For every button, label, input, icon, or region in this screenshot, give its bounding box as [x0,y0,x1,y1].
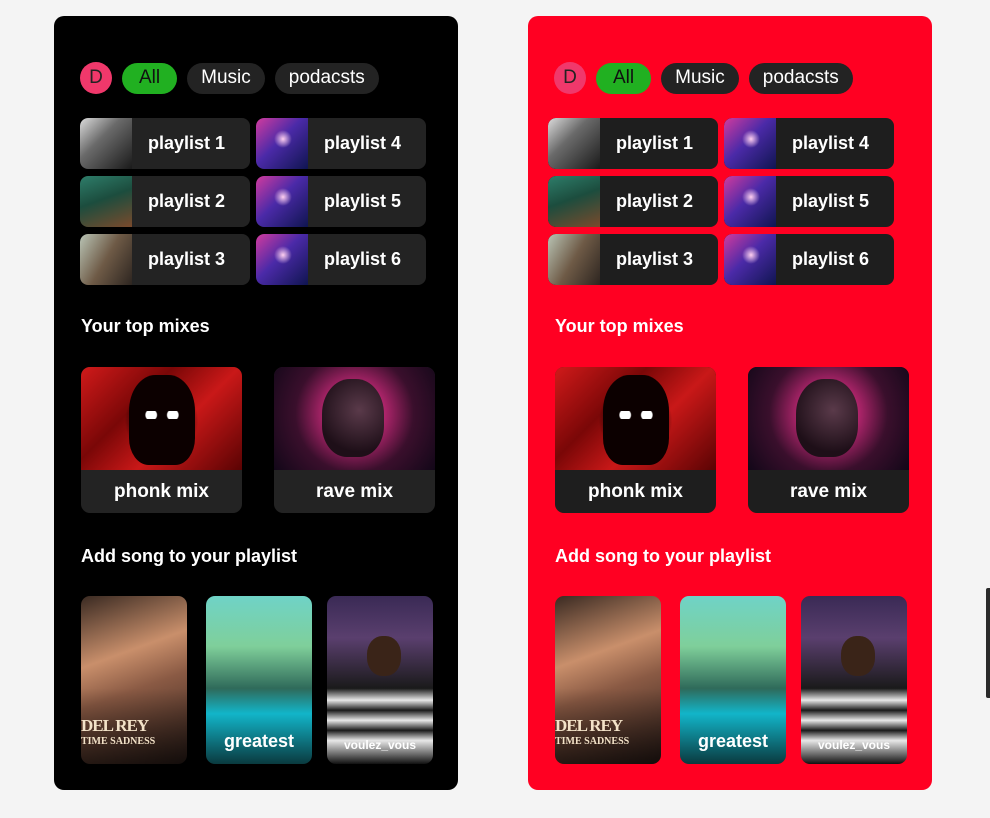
playlist-tile[interactable]: playlist 3 [80,234,250,285]
playlist-cover [548,176,600,227]
playlist-label: playlist 4 [792,133,870,153]
red-screen: D All Music podacsts playlist 1 playlist… [528,16,932,790]
playlist-label: playlist 3 [616,249,694,269]
song-card-lana[interactable] [555,596,661,764]
add-song-heading: Add song to your playlist [555,546,772,566]
mix-card-rave[interactable]: rave mix [748,367,909,513]
mix-cover [748,367,909,470]
playlist-label: playlist 6 [792,249,870,269]
playlist-label: playlist 4 [324,133,402,153]
song-label: greatest [697,731,769,751]
playlist-cover [724,234,776,285]
playlist-tile[interactable]: playlist 4 [256,118,426,169]
filter-bar: D All Music podacsts [554,62,853,94]
playlist-cover [548,118,600,169]
playlist-grid: playlist 1 playlist 4 playlist 2 playlis… [80,118,426,285]
mix-label: rave mix [315,480,394,502]
playlist-label: playlist 5 [324,191,402,211]
playlist-cover [256,234,308,285]
playlist-tile[interactable]: playlist 1 [80,118,250,169]
playlist-label: playlist 2 [616,191,694,211]
playlist-tile[interactable]: playlist 6 [724,234,894,285]
filter-chip-podcasts[interactable]: podacsts [274,62,379,94]
filter-bar: D All Music podacsts [80,62,379,94]
mix-cover [274,367,435,470]
filter-chip-all[interactable]: All [122,62,178,94]
song-label: voulez_vous [817,738,891,752]
song-card-voulez-vous[interactable]: voulez_vous [801,596,907,764]
playlist-tile[interactable]: playlist 3 [548,234,718,285]
playlist-cover [80,118,132,169]
song-card-voulez-vous[interactable]: voulez_vous [327,596,433,764]
mix-label: rave mix [789,480,868,502]
playlist-cover [256,118,308,169]
playlist-cover [80,176,132,227]
dark-screen: D All Music podacsts playlist 1 playlist… [54,16,458,790]
song-label: voulez_vous [343,738,417,752]
playlist-label: playlist 5 [792,191,870,211]
filter-chip-music[interactable]: Music [661,62,739,94]
mix-card-phonk[interactable]: phonk mix [555,367,716,513]
playlist-tile[interactable]: playlist 1 [548,118,718,169]
playlist-grid: playlist 1 playlist 4 playlist 2 playlis… [548,118,894,285]
mix-cover [81,367,242,470]
window-edge [986,588,990,698]
song-label: greatest [223,731,295,751]
top-mixes-heading: Your top mixes [81,316,210,336]
playlist-tile[interactable]: playlist 4 [724,118,894,169]
song-card-lana[interactable] [81,596,187,764]
mix-label: phonk mix [587,480,683,502]
playlist-cover [548,234,600,285]
filter-chip-all[interactable]: All [596,62,652,94]
mix-card-phonk[interactable]: phonk mix [81,367,242,513]
song-card-greatest[interactable]: greatest [680,596,786,764]
playlist-cover [80,234,132,285]
playlist-tile[interactable]: playlist 2 [548,176,718,227]
playlist-cover [724,176,776,227]
playlist-label: playlist 3 [148,249,226,269]
mix-card-rave[interactable]: rave mix [274,367,435,513]
add-song-heading: Add song to your playlist [81,546,298,566]
filter-chip-podcasts[interactable]: podacsts [748,62,853,94]
playlist-cover [256,176,308,227]
mix-label: phonk mix [113,480,209,502]
playlist-tile[interactable]: playlist 5 [724,176,894,227]
avatar[interactable]: D [80,62,112,94]
filter-chip-music[interactable]: Music [187,62,265,94]
playlist-tile[interactable]: playlist 5 [256,176,426,227]
playlist-label: playlist 1 [616,133,694,153]
playlist-tile[interactable]: playlist 2 [80,176,250,227]
song-card-greatest[interactable]: greatest [206,596,312,764]
mix-cover [555,367,716,470]
playlist-label: playlist 2 [148,191,226,211]
top-mixes-heading: Your top mixes [555,316,684,336]
playlist-label: playlist 6 [324,249,402,269]
playlist-tile[interactable]: playlist 6 [256,234,426,285]
playlist-cover [724,118,776,169]
playlist-label: playlist 1 [148,133,226,153]
avatar[interactable]: D [554,62,586,94]
